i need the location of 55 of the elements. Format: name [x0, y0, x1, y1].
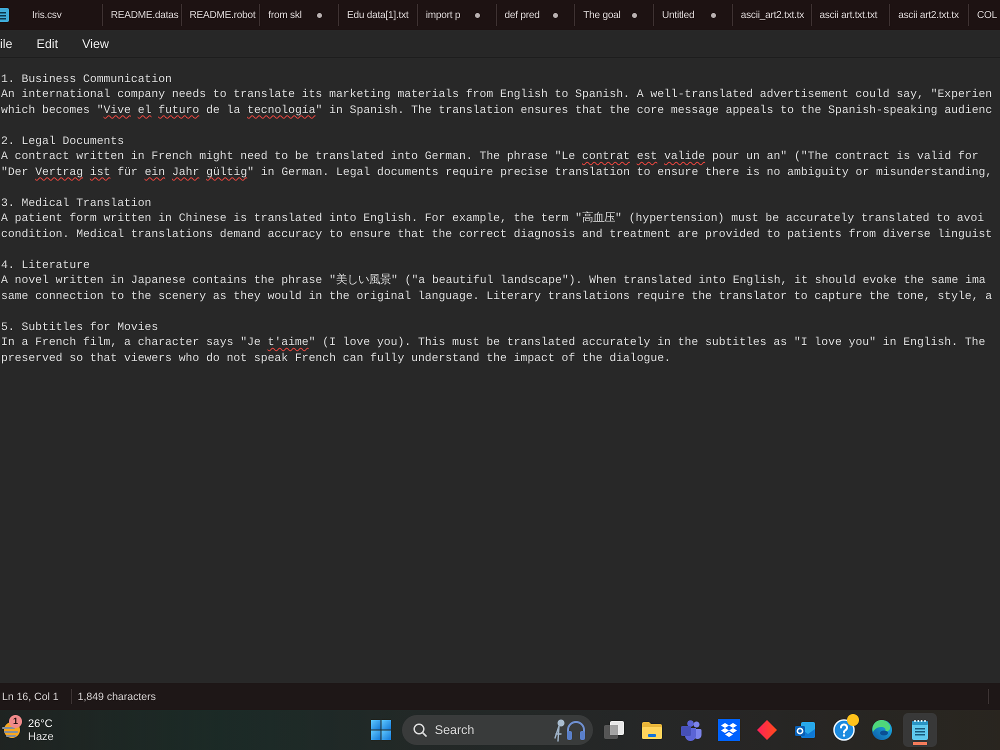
text-line: preserved so that viewers who do not speak French can fully understand the impact of the dialogue.: [1, 352, 671, 366]
section-heading: 3. Medical Translation: [1, 196, 152, 212]
file-tab[interactable]: COL: [969, 4, 999, 26]
text-line: which becomes "Vive el futuro de la tecnología" in Spanish. The translation ensures that the core message appeals to the Spanish-speaking audienc: [1, 104, 992, 118]
file-tab[interactable]: The goal: [575, 4, 654, 26]
character-count: 1,849 characters: [78, 690, 156, 702]
unsaved-dot-icon: [710, 12, 716, 18]
windows-logo-icon: [370, 720, 390, 740]
unsaved-dot-icon: [632, 12, 637, 18]
people-icon: [680, 719, 702, 741]
file-tab[interactable]: Untitled: [654, 4, 733, 26]
text-line: "Der Vertrag ist für ein Jahr gültig" in German. Legal documents require precise translation to ensure there is no ambiguity or misunderstanding,: [1, 166, 992, 180]
text-line: A patient form written in Chinese is translated into English. For example, the term "高血压" (hypertension) must be accurately translated to avoi: [1, 212, 984, 227]
section-heading: 1. Business Communication: [1, 72, 172, 88]
file-tab[interactable]: ascii art.txt.txt: [812, 4, 890, 26]
file-tab[interactable]: Iris.csv: [24, 4, 103, 26]
file-tab[interactable]: import p: [418, 4, 496, 26]
section-heading: 4. Literature: [1, 258, 90, 274]
search-field[interactable]: Search: [402, 715, 593, 745]
weather-condition: Haze: [28, 730, 54, 742]
search-icon: [412, 723, 427, 737]
file-tab[interactable]: ascii_art2.txt.tx: [732, 4, 812, 26]
unsaved-dot-icon: [553, 12, 558, 18]
unsaved-dot-icon: [474, 12, 480, 18]
help-icon: [832, 719, 854, 741]
text-line: In a French film, a character says "Je t'aime" (I love you). This must be translated accurately in the subtitles as "I love you" in English. The: [1, 336, 986, 351]
weather-temperature: 26°C: [28, 718, 54, 730]
text-line: condition. Medical translations demand accuracy to ensure that the correct diagnosis and treatment are provided to patients from diverse linguist: [1, 228, 992, 242]
text-line: A novel written in Japanese contains the phrase "美しい風景" ("a beautiful landscape"). When translated into English, it should evoke the same ima: [1, 274, 986, 289]
file-tab[interactable]: Edu data[1].txt: [339, 4, 418, 26]
section-heading: 5. Subtitles for Movies: [1, 320, 158, 336]
text-line: A contract written in French might need to be translated into German. The phrase "Le contrat est valide pour un an" ("The contract is valid for: [1, 150, 979, 165]
notification-count: 1: [9, 714, 22, 728]
file-tab[interactable]: ascii art2.txt.tx: [890, 4, 969, 26]
notepad-icon[interactable]: [0, 8, 9, 22]
swirl-icon: [870, 719, 893, 741]
overlapping-squares-icon: [603, 719, 625, 741]
mail-icon: [794, 719, 816, 741]
diamond-icon: [756, 719, 778, 741]
menu-item[interactable]: Edit: [36, 34, 58, 54]
folder-icon: [641, 719, 664, 741]
open-box-icon: [718, 719, 740, 741]
taskbar-button[interactable]: [903, 713, 937, 747]
file-tab[interactable]: from skl: [260, 4, 339, 26]
menu-item[interactable]: ile: [0, 34, 13, 54]
cursor-position: Ln 16, Col 1: [2, 690, 59, 702]
file-tab[interactable]: def pred: [496, 4, 576, 26]
section-heading: 2. Legal Documents: [1, 134, 124, 150]
text-line: same connection to the scenery as they would in the original language. Literary translations require the translator to capture the tone, style, a: [1, 290, 992, 304]
text-line: An international company needs to translate its marketing materials from English to Spanish. A well-translated advertisement could say, "Experien: [1, 88, 992, 103]
menu-item[interactable]: View: [82, 34, 109, 54]
notepad-icon: [909, 719, 931, 741]
file-tab[interactable]: README.datas: [102, 4, 182, 26]
file-tab[interactable]: README.robot: [182, 4, 260, 26]
unsaved-dot-icon: [317, 12, 322, 18]
